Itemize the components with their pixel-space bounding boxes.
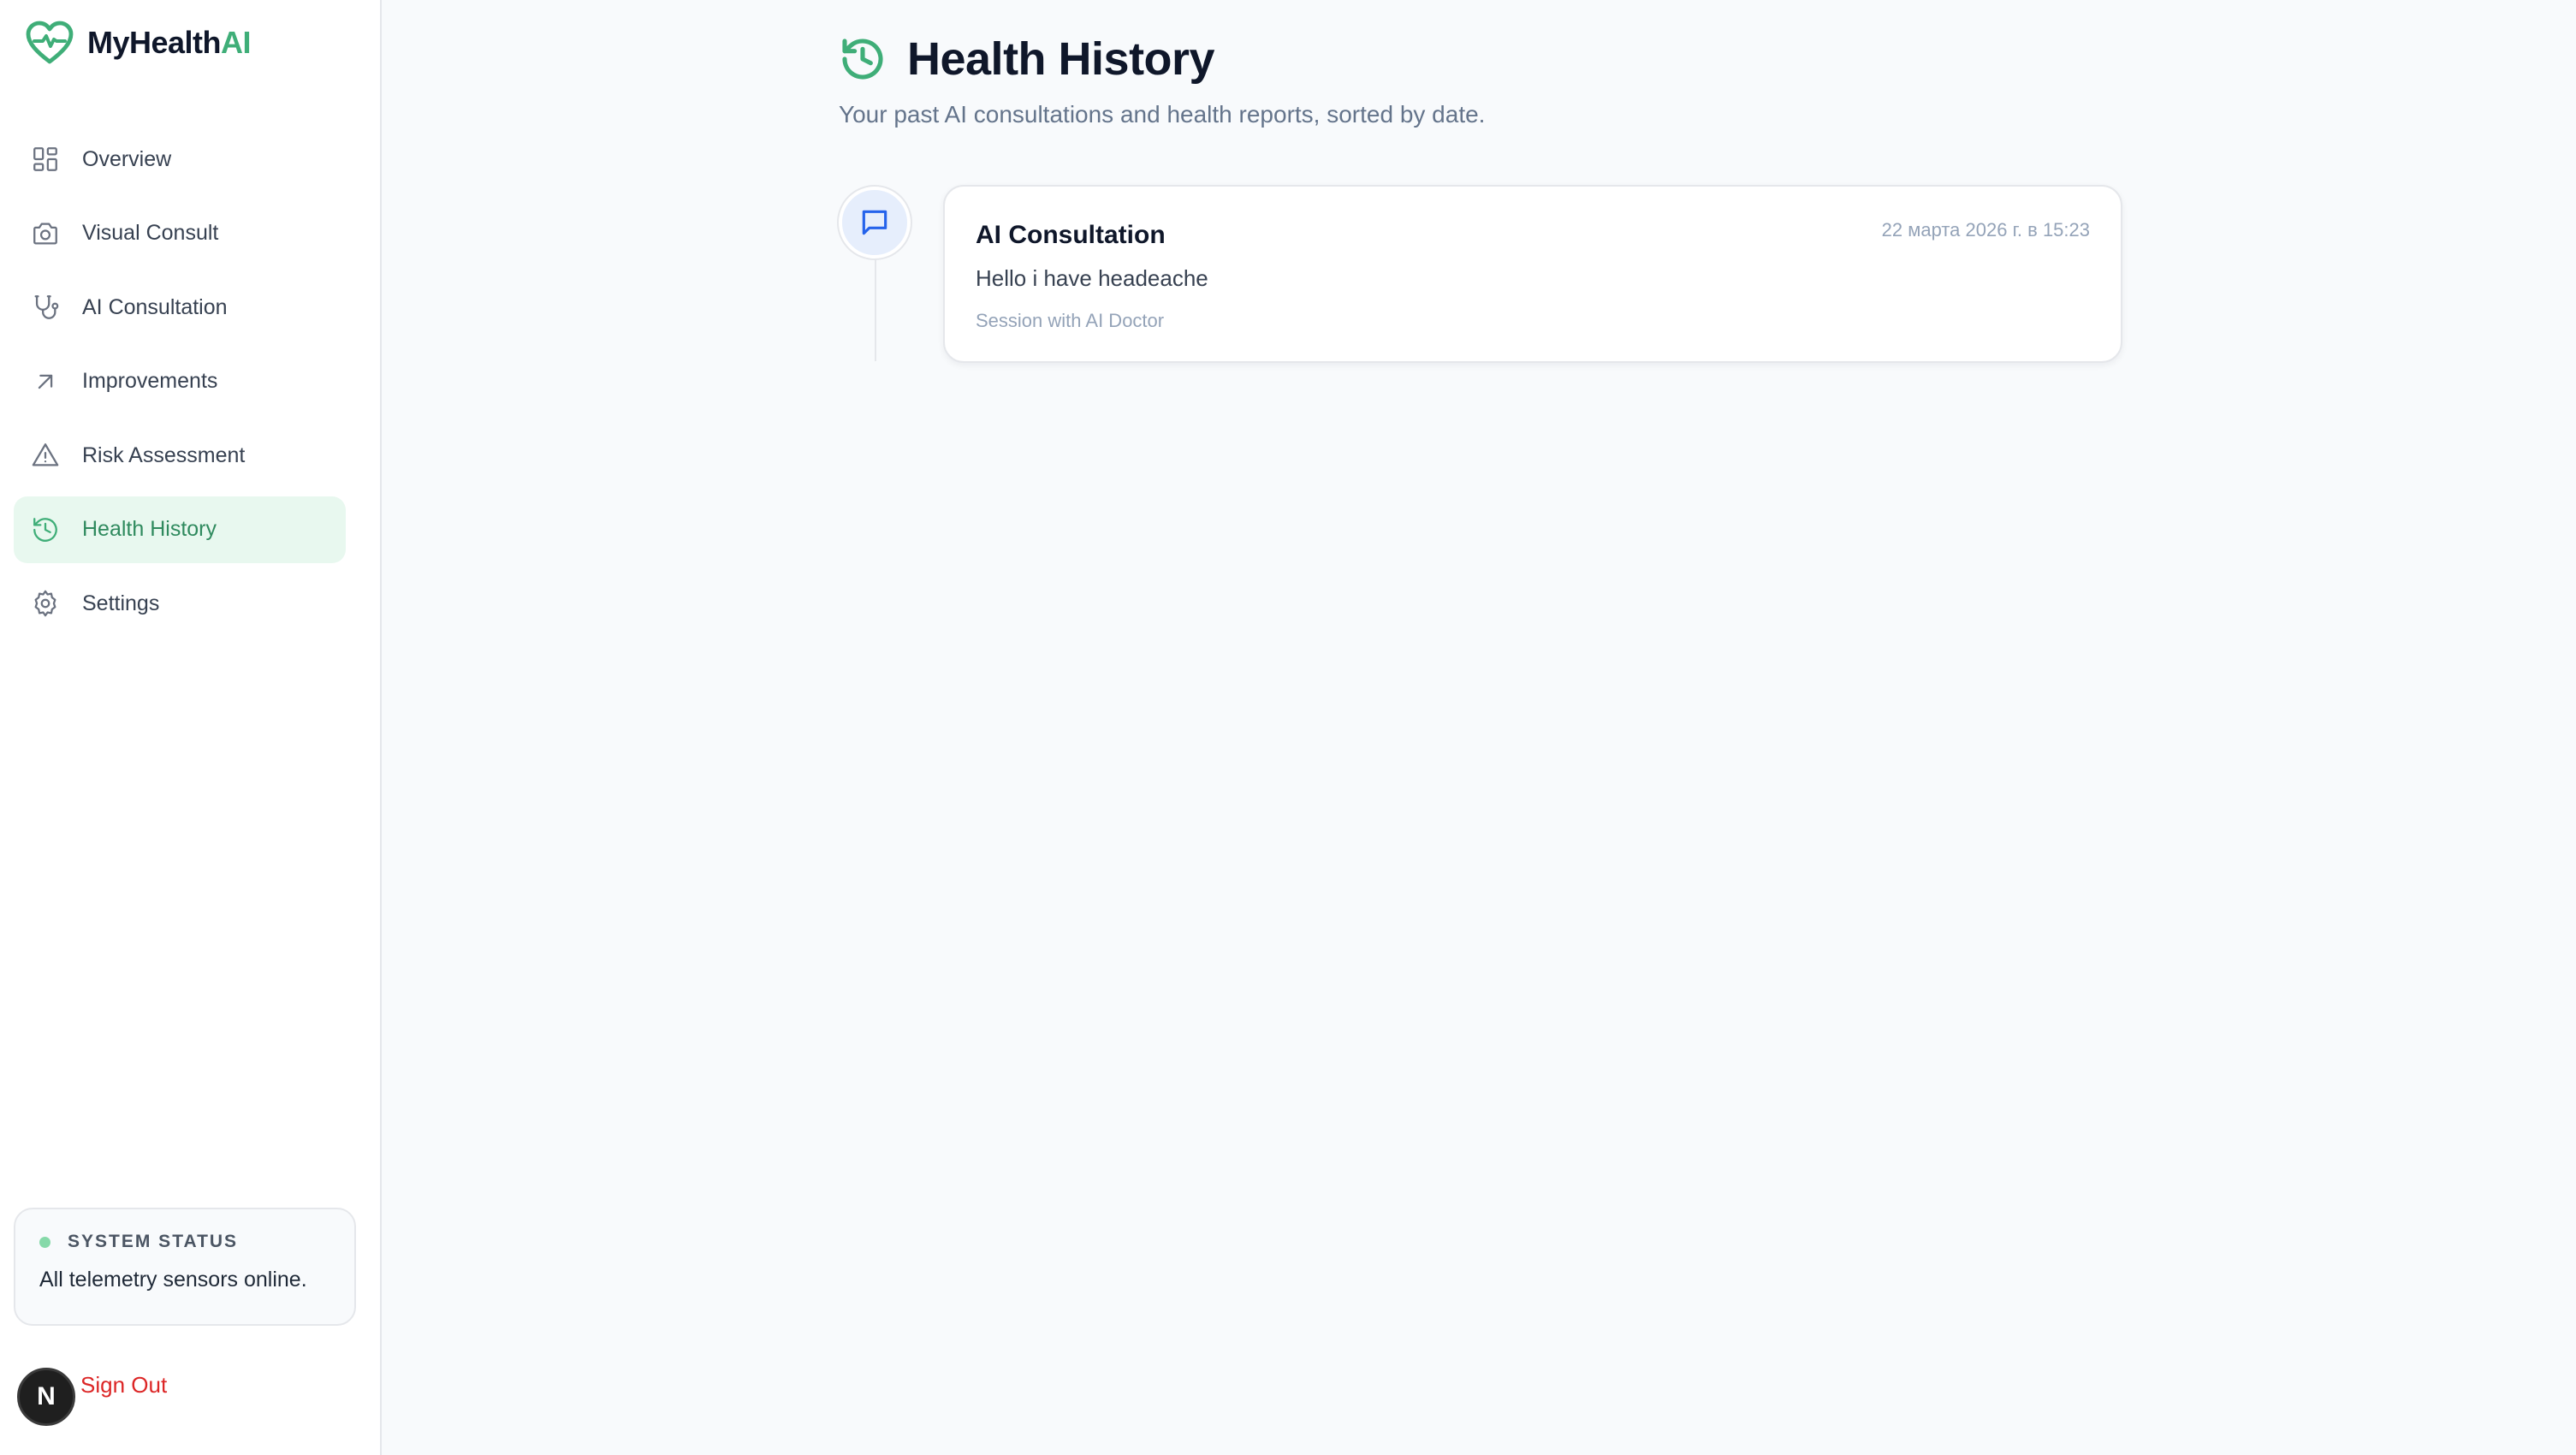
sidebar: MyHealthAI Overview Visual Consult AI Co… (0, 0, 382, 1455)
system-status-title: SYSTEM STATUS (68, 1232, 239, 1251)
sidebar-item-health-history[interactable]: Health History (14, 496, 346, 563)
grid-icon (31, 145, 60, 174)
sidebar-item-label: AI Consultation (82, 294, 228, 319)
sidebar-item-label: Improvements (82, 369, 218, 393)
arrow-up-right-icon (31, 367, 60, 396)
app-logo[interactable]: MyHealthAI (26, 19, 252, 67)
gear-icon (31, 589, 60, 618)
avatar[interactable]: N (17, 1368, 75, 1426)
entry-message: Hello i have headeache (976, 265, 1208, 291)
entry-meta: Session with AI Doctor (976, 310, 1165, 331)
sidebar-item-ai-consultation[interactable]: AI Consultation (14, 274, 346, 341)
sign-out-area: N Sign Out (17, 1368, 167, 1426)
sign-out-button[interactable]: Sign Out (80, 1372, 167, 1399)
sidebar-item-visual-consult[interactable]: Visual Consult (14, 200, 346, 267)
stethoscope-icon (31, 293, 60, 322)
timeline-line (875, 250, 876, 361)
system-status-card: SYSTEM STATUS All telemetry sensors onli… (14, 1208, 356, 1326)
sidebar-item-label: Health History (82, 517, 217, 541)
entry-date: 22 марта 2026 г. в 15:23 (1881, 219, 2090, 241)
page-header: Health History (839, 33, 1215, 86)
message-icon (862, 210, 887, 235)
history-icon (31, 515, 60, 544)
entry-title: AI Consultation (976, 221, 1166, 249)
timeline-node (839, 187, 911, 258)
camera-icon (31, 219, 60, 248)
sidebar-item-label: Settings (82, 591, 160, 615)
sidebar-item-settings[interactable]: Settings (14, 570, 346, 637)
sidebar-item-label: Visual Consult (82, 221, 219, 245)
history-icon (842, 39, 883, 80)
sidebar-item-label: Risk Assessment (82, 442, 246, 467)
system-status-message: All telemetry sensors online. (39, 1268, 307, 1292)
main-content: Health History Your past AI consultation… (382, 0, 2576, 1455)
warning-triangle-icon (31, 441, 60, 470)
sidebar-nav: Overview Visual Consult AI Consultation … (14, 126, 346, 644)
status-indicator-dot (39, 1236, 50, 1248)
history-entry-card[interactable]: AI Consultation 22 марта 2026 г. в 15:23… (943, 185, 2122, 363)
page-subtitle: Your past AI consultations and health re… (839, 101, 1486, 128)
app-name: MyHealthAI (87, 25, 252, 60)
heart-pulse-icon (26, 21, 74, 64)
sidebar-item-overview[interactable]: Overview (14, 126, 346, 193)
sidebar-item-risk-assessment[interactable]: Risk Assessment (14, 422, 346, 489)
page-title: Health History (907, 33, 1215, 85)
system-status-header: SYSTEM STATUS (39, 1232, 330, 1252)
sidebar-item-label: Overview (82, 146, 172, 171)
sidebar-item-improvements[interactable]: Improvements (14, 348, 346, 415)
